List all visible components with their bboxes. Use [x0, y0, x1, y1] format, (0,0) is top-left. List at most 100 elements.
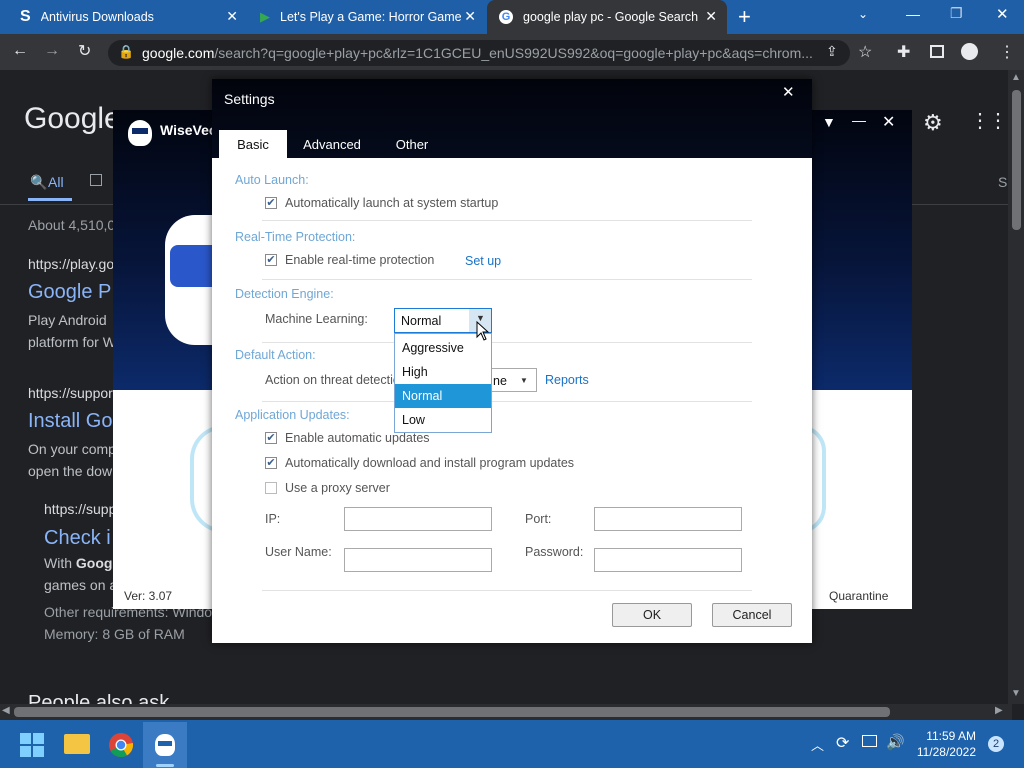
quarantine-link[interactable]: Quarantine: [829, 589, 888, 603]
close-tab-icon[interactable]: ✕: [705, 8, 717, 25]
share-icon[interactable]: ⇪: [826, 43, 838, 60]
result-title-link[interactable]: Google P: [28, 281, 111, 304]
chrome-icon[interactable]: [108, 732, 134, 758]
sync-icon[interactable]: ⟳: [836, 733, 849, 753]
back-icon[interactable]: ←: [12, 42, 28, 60]
settings-title: Settings: [224, 91, 275, 107]
password-input[interactable]: [594, 548, 742, 572]
result-url[interactable]: https://supp: [44, 501, 116, 517]
tab-other[interactable]: Other: [384, 130, 440, 158]
horizontal-scroll-thumb[interactable]: [14, 707, 890, 717]
wv-minimize-icon[interactable]: —: [852, 112, 866, 128]
url-text[interactable]: google.com/search?q=google+play+pc&rlz=1…: [142, 45, 822, 61]
tab-advanced[interactable]: Advanced: [294, 130, 370, 158]
tab-search-icon[interactable]: ⌄: [858, 7, 868, 21]
tab-google-search[interactable]: G google play pc - Google Search ✕: [487, 0, 727, 34]
settings-gear-icon[interactable]: ⚙: [923, 110, 943, 136]
bookmark-star-icon[interactable]: ☆: [858, 42, 872, 62]
divider: [262, 220, 752, 221]
close-window-icon[interactable]: ✕: [996, 5, 1009, 23]
vertical-scroll-thumb[interactable]: [1012, 90, 1021, 230]
username-input[interactable]: [344, 548, 492, 572]
scroll-left-icon[interactable]: ◀: [2, 705, 10, 716]
logo-visor: [132, 128, 148, 134]
auto-launch-label: Automatically launch at system startup: [285, 196, 499, 210]
wv-close-icon[interactable]: ✕: [882, 112, 895, 132]
side-panel-icon[interactable]: [930, 45, 944, 58]
cancel-button[interactable]: Cancel: [712, 603, 792, 627]
ml-option-low[interactable]: Low: [395, 408, 491, 432]
monitor-icon[interactable]: [862, 735, 877, 747]
result-snippet: platform for W: [28, 334, 116, 350]
restore-icon[interactable]: ❐: [950, 5, 963, 22]
section-updates: Application Updates:: [235, 408, 350, 422]
result-title-link[interactable]: Check i: [44, 527, 111, 550]
tab-antivirus-downloads[interactable]: S Antivirus Downloads ✕: [8, 0, 248, 34]
reports-link[interactable]: Reports: [545, 373, 589, 387]
profile-avatar-icon[interactable]: [961, 43, 978, 60]
play-store-icon: ▶: [260, 9, 270, 24]
result-url[interactable]: https://play.go: [28, 256, 114, 272]
port-input[interactable]: [594, 507, 742, 531]
search-icon: 🔍: [30, 174, 48, 190]
notification-badge[interactable]: 2: [988, 736, 1004, 752]
close-tab-icon[interactable]: ✕: [464, 8, 476, 25]
result-snippet: open the dow: [28, 463, 113, 479]
result-url[interactable]: https://suppor: [28, 385, 113, 401]
video-icon[interactable]: [90, 174, 102, 186]
clock-date[interactable]: 11/28/2022: [912, 745, 976, 759]
new-tab-icon[interactable]: +: [738, 4, 751, 30]
extensions-icon[interactable]: ✚: [897, 42, 910, 62]
result-title-link[interactable]: Install Go: [28, 410, 112, 433]
ml-label: Machine Learning:: [265, 312, 368, 326]
windows-start-icon[interactable]: [20, 733, 44, 757]
auto-launch-checkbox[interactable]: ✔: [265, 197, 277, 209]
close-tab-icon[interactable]: ✕: [226, 8, 238, 25]
wv-menu-icon[interactable]: ▼: [822, 114, 836, 130]
forward-icon[interactable]: →: [44, 42, 60, 60]
tab-all[interactable]: All: [48, 174, 64, 190]
file-explorer-icon[interactable]: [64, 734, 90, 754]
port-label: Port:: [525, 512, 552, 526]
volume-icon[interactable]: 🔊: [886, 733, 905, 751]
realtime-checkbox[interactable]: ✔: [265, 254, 277, 266]
ml-dropdown-value: Normal: [401, 314, 442, 328]
version-label: Ver: 3.07: [124, 589, 173, 603]
result-snippet: On your comp: [28, 441, 116, 457]
chevron-up-icon[interactable]: ︿: [811, 735, 824, 754]
proxy-checkbox[interactable]: [265, 482, 277, 494]
tab-all-indicator: [28, 198, 72, 201]
ml-option-normal[interactable]: Normal: [395, 384, 491, 408]
tab-basic[interactable]: Basic: [219, 130, 287, 158]
settings-close-icon[interactable]: ✕: [782, 83, 795, 101]
setup-link[interactable]: Set up: [465, 254, 501, 268]
section-realtime: Real-Time Protection:: [235, 230, 356, 244]
wisevector-taskbar-visor: [158, 741, 172, 746]
divider: [262, 279, 752, 280]
google-icon: G: [499, 10, 513, 24]
clock-time[interactable]: 11:59 AM: [918, 729, 976, 743]
s-logo-icon: S: [20, 8, 31, 25]
tab-horror-game[interactable]: ▶ Let's Play a Game: Horror Game ✕: [248, 0, 486, 34]
scroll-up-icon[interactable]: ▲: [1011, 72, 1021, 83]
auto-download-checkbox[interactable]: ✔: [265, 457, 277, 469]
google-logo[interactable]: Google: [24, 102, 121, 136]
scroll-down-icon[interactable]: ▼: [1011, 688, 1021, 699]
mascot-visor: [170, 245, 213, 287]
ml-option-high[interactable]: High: [395, 360, 491, 384]
reload-icon[interactable]: ↻: [78, 41, 91, 61]
results-count: About 4,510,0: [28, 217, 116, 233]
threat-action-label: Action on threat detectio: [265, 373, 395, 387]
menu-kebab-icon[interactable]: ⋮: [999, 42, 1015, 62]
minimize-icon[interactable]: —: [906, 6, 920, 22]
mouse-cursor-icon: [476, 321, 490, 341]
auto-updates-label: Enable automatic updates: [285, 431, 430, 445]
threat-action-value: ne: [493, 374, 507, 388]
ip-input[interactable]: [344, 507, 492, 531]
lock-icon[interactable]: 🔒: [118, 44, 134, 60]
password-label: Password:: [525, 545, 584, 559]
section-auto-launch: Auto Launch:: [235, 173, 309, 187]
auto-updates-checkbox[interactable]: ✔: [265, 432, 277, 444]
scroll-right-icon[interactable]: ▶: [995, 705, 1003, 716]
ok-button[interactable]: OK: [612, 603, 692, 627]
